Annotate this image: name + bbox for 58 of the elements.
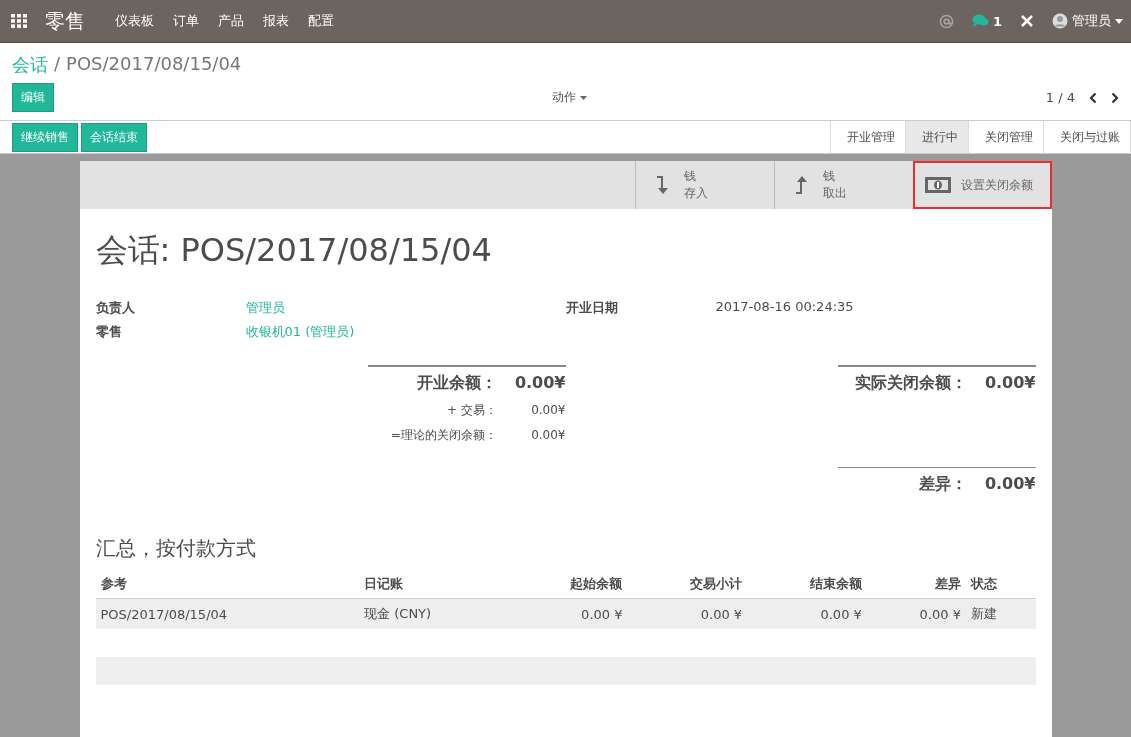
balance-value: 0.00¥ [514, 373, 566, 392]
menu-item[interactable]: 报表 [263, 12, 289, 30]
balance-label: =理论的关闭余额： [389, 427, 497, 444]
field-label: 负责人 [95, 299, 136, 317]
menu-item[interactable]: 配置 [308, 12, 334, 30]
apps-grid-icon[interactable] [11, 14, 27, 28]
table-cell: 0.00 ¥ [627, 598, 748, 629]
user-avatar-icon[interactable] [1052, 13, 1068, 29]
balance-value: 0.00¥ [530, 403, 566, 417]
table-cell: 0.00 ¥ [507, 598, 628, 629]
column-header: 参考 [95, 570, 360, 599]
menu-item[interactable]: 订单 [173, 12, 199, 30]
column-header: 交易小计 [627, 570, 748, 599]
stat-button[interactable]: 钱 存入 [634, 161, 774, 209]
caret-icon[interactable] [1115, 18, 1123, 24]
balance-label: 实际关闭余额： [853, 373, 967, 394]
action-dropdown[interactable]: 动作 [546, 88, 594, 107]
balance-value: 0.00¥ [984, 373, 1036, 392]
balance-label: 开业余额： [415, 373, 497, 394]
column-header: 日记账 [359, 570, 508, 599]
menu-item[interactable]: 仪表板 [115, 12, 154, 30]
balance-label: 差异： [917, 474, 967, 495]
column-header: 结束余额 [747, 570, 867, 599]
user-menu[interactable]: 管理员 [1072, 12, 1111, 30]
table-cell: POS/2017/08/15/04 [95, 598, 360, 629]
balance-label: + 交易： [446, 402, 497, 419]
crossed-tools-icon[interactable] [1020, 14, 1034, 28]
column-header: 状态 [965, 570, 1036, 599]
balance-value: 0.00¥ [530, 428, 566, 442]
section-title: 汇总，按付款方式 [95, 535, 257, 562]
app-title: 零售 [45, 7, 85, 35]
down-arrow-icon [655, 175, 670, 195]
table-cell: 0.00 ¥ [747, 598, 867, 629]
balance-value: 0.00¥ [984, 474, 1036, 493]
stat-button[interactable]: 设置关闭余额 [912, 161, 1052, 209]
up-arrow-icon [794, 175, 809, 195]
field-value: 2017-08-16 00:24:35 [715, 299, 855, 316]
breadcrumb-separator: / [54, 53, 61, 76]
menu-item[interactable]: 产品 [218, 12, 244, 30]
status-step[interactable]: 进行中 [906, 121, 969, 153]
column-header: 起始余额 [507, 570, 628, 599]
caret-icon [580, 95, 588, 100]
field-label: 零售 [95, 323, 123, 341]
status-step[interactable]: 关闭与过账 [1044, 121, 1131, 153]
status-step[interactable]: 关闭管理 [969, 121, 1044, 153]
pager-value: 1 / 4 [1045, 90, 1075, 105]
stat-button[interactable]: 钱 取出 [773, 161, 913, 209]
previous-chevron-icon[interactable] [1089, 91, 1097, 104]
field-label: 开业日期 [565, 299, 619, 317]
next-chevron-icon[interactable] [1111, 91, 1119, 104]
table-cell: 新建 [965, 598, 1036, 629]
chat-count: 1 [992, 13, 1002, 29]
banknote-icon [924, 177, 951, 193]
table-cell: 现金 (CNY) [359, 598, 508, 629]
breadcrumb-current: POS/2017/08/15/04 [66, 53, 242, 76]
record-title: 会话: POS/2017/08/15/04 [95, 230, 493, 271]
column-header: 差异 [866, 570, 966, 599]
table-cell: 0.00 ¥ [866, 598, 966, 629]
